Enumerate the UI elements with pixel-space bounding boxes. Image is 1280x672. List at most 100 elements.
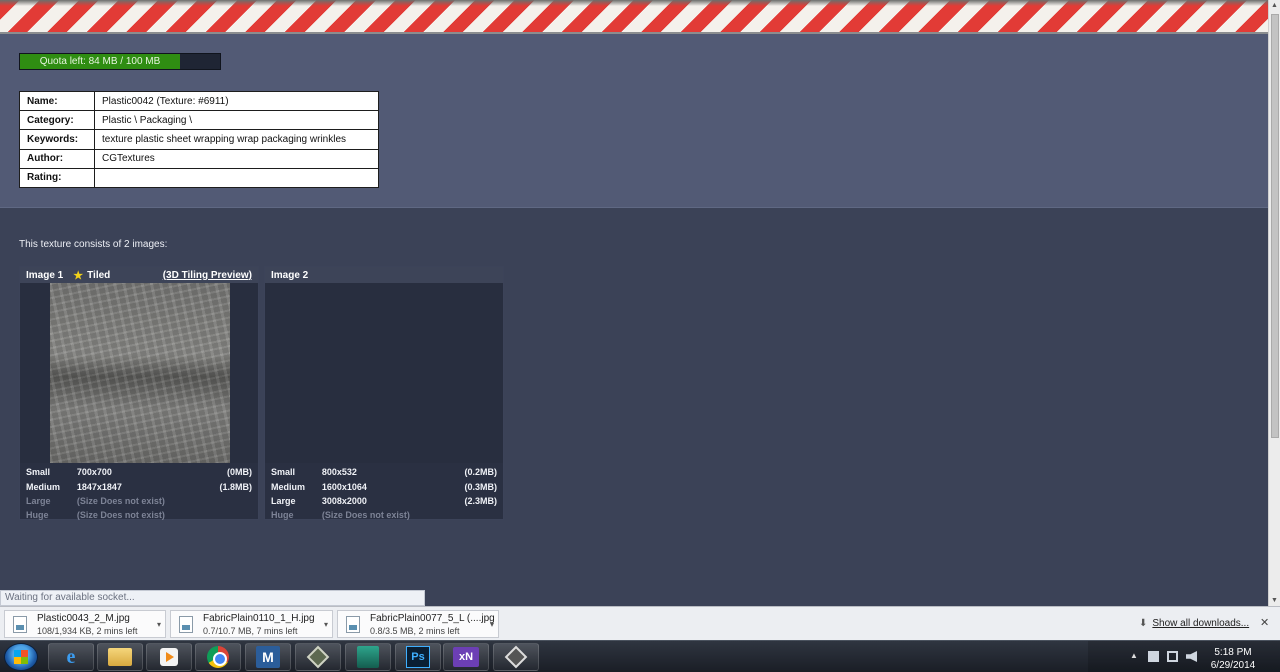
size-dims: 1600x1064 xyxy=(321,481,367,492)
size-name: Huge xyxy=(26,510,49,521)
thumbnail-area xyxy=(20,283,258,463)
size-name: Large xyxy=(26,495,51,506)
size-name: Large xyxy=(271,495,296,506)
header-stripe-banner xyxy=(0,0,1268,34)
star-icon: ★ xyxy=(73,269,84,282)
download-menu-arrow-icon[interactable]: ▾ xyxy=(490,620,494,629)
size-row-small[interactable]: Small 700x700 (0MB) xyxy=(20,465,258,479)
green-app-icon[interactable] xyxy=(345,643,391,671)
action-center-flag-icon[interactable] xyxy=(1148,651,1159,662)
info-value: Plastic \ Packaging \ xyxy=(94,110,379,131)
texture-info-table: Name: Plastic0042 (Texture: #6911) Categ… xyxy=(19,90,379,188)
size-row-large: Large (Size Does not exist) xyxy=(20,494,258,508)
size-table: Small 800x532 (0.2MB) Medium 1600x1064 (… xyxy=(265,465,503,523)
image-count-text: This texture consists of 2 images: xyxy=(19,239,168,250)
show-all-label: Show all downloads... xyxy=(1152,618,1250,629)
size-table: Small 700x700 (0MB) Medium 1847x1847 (1.… xyxy=(20,465,258,523)
texture-info-panel: Quota left: 84 MB / 100 MB Name: Plastic… xyxy=(0,34,1268,208)
size-name: Small xyxy=(26,467,51,478)
xnview-icon[interactable]: xN xyxy=(443,643,489,671)
tool-app-icon[interactable] xyxy=(493,643,539,671)
size-mb: (0.3MB) xyxy=(464,481,497,492)
size-row-small[interactable]: Small 800x532 (0.2MB) xyxy=(265,465,503,479)
texture-thumbnail[interactable] xyxy=(50,283,230,463)
internet-explorer-icon[interactable]: e xyxy=(48,643,94,671)
chrome-icon[interactable] xyxy=(195,643,241,671)
image-title: Image 1 xyxy=(26,269,64,281)
download-arrow-icon: ⬇ xyxy=(1139,618,1148,629)
download-shelf: Plastic0043_2_M.jpg 108/1,934 KB, 2 mins… xyxy=(0,606,1280,640)
size-mb xyxy=(454,508,503,522)
size-name: Medium xyxy=(26,481,61,492)
scroll-down-arrow-icon[interactable]: ▼ xyxy=(1271,597,1278,604)
size-row-huge: Huge (Size Does not exist) xyxy=(265,508,503,522)
info-key: Category: xyxy=(19,110,95,131)
download-item[interactable]: FabricPlain0077_5_L (....jpg 0.8/3.5 MB,… xyxy=(337,610,499,638)
m-app-icon[interactable]: M xyxy=(245,643,291,671)
photoshop-icon[interactable]: Ps xyxy=(395,643,441,671)
tiled-label: Tiled xyxy=(87,269,111,281)
size-dims: (Size Does not exist) xyxy=(76,495,165,506)
taskbar-clock[interactable]: 5:18 PM 6/29/2014 xyxy=(1208,646,1258,672)
size-name: Huge xyxy=(271,510,294,521)
info-row-author: Author: CGTextures xyxy=(19,148,379,169)
clock-date: 6/29/2014 xyxy=(1210,660,1256,671)
size-dims: 1847x1847 xyxy=(76,481,122,492)
size-dims: (Size Does not exist) xyxy=(321,510,410,521)
download-menu-arrow-icon[interactable]: ▾ xyxy=(324,620,328,629)
size-row-medium[interactable]: Medium 1600x1064 (0.3MB) xyxy=(265,479,503,493)
info-key: Author: xyxy=(19,148,95,169)
tray-expand-icon[interactable]: ▲ xyxy=(1130,651,1138,660)
size-dims: 800x532 xyxy=(321,467,357,478)
size-row-medium[interactable]: Medium 1847x1847 (1.8MB) xyxy=(20,479,258,493)
image-card-header: Image 1 ★ Tiled (3D Tiling Preview) xyxy=(20,267,258,283)
media-player-icon[interactable] xyxy=(146,643,192,671)
download-status: 0.7/10.7 MB, 7 mins left xyxy=(203,626,298,636)
size-name: Medium xyxy=(271,481,306,492)
network-icon[interactable] xyxy=(1167,651,1178,662)
download-item[interactable]: Plastic0043_2_M.jpg 108/1,934 KB, 2 mins… xyxy=(4,610,166,638)
info-row-keywords: Keywords: texture plastic sheet wrapping… xyxy=(19,129,379,150)
info-key: Name: xyxy=(19,90,95,112)
image-card-2: Image 2 Small 800x532 (0.2MB) Medium 160… xyxy=(264,266,504,520)
size-mb: (2.3MB) xyxy=(464,495,497,506)
scroll-up-arrow-icon[interactable]: ▲ xyxy=(1271,2,1278,9)
download-filename: FabricPlain0110_1_H.jpg xyxy=(203,613,315,624)
close-icon[interactable]: ✕ xyxy=(1260,616,1269,629)
size-dims: 3008x2000 xyxy=(321,495,367,506)
rating-value[interactable] xyxy=(94,167,379,188)
size-mb: (0.2MB) xyxy=(464,467,497,478)
info-value: Plastic0042 (Texture: #6911) xyxy=(94,90,379,112)
image-file-icon xyxy=(346,616,360,633)
windows-taskbar: e M Ps xN ▲ 5:18 PM 6/29/2014 xyxy=(0,640,1280,672)
download-menu-arrow-icon[interactable]: ▾ xyxy=(157,620,161,629)
size-row-large[interactable]: Large 3008x2000 (2.3MB) xyxy=(265,494,503,508)
info-key: Rating: xyxy=(19,167,95,188)
show-all-downloads-link[interactable]: ⬇ Show all downloads... xyxy=(1139,618,1249,629)
status-bubble: Waiting for available socket... xyxy=(0,590,425,606)
folder-icon[interactable] xyxy=(97,643,143,671)
clock-time: 5:18 PM xyxy=(1214,647,1252,658)
thumbnail-area[interactable] xyxy=(265,283,503,463)
quota-label: Quota left: 84 MB / 100 MB xyxy=(39,56,161,67)
vertical-scrollbar[interactable]: ▲ ▼ xyxy=(1268,0,1280,606)
size-mb xyxy=(209,494,258,508)
tiling-preview-link[interactable]: (3D Tiling Preview) xyxy=(163,270,252,281)
size-row-huge: Huge (Size Does not exist) xyxy=(20,508,258,522)
info-row-name: Name: Plastic0042 (Texture: #6911) xyxy=(19,90,379,112)
download-filename: Plastic0043_2_M.jpg xyxy=(37,613,130,624)
image-card-header: Image 2 xyxy=(265,267,503,283)
image-card-1: Image 1 ★ Tiled (3D Tiling Preview) Smal… xyxy=(19,266,259,520)
diamond-app-icon[interactable] xyxy=(295,643,341,671)
image-title: Image 2 xyxy=(271,269,309,281)
download-status: 108/1,934 KB, 2 mins left xyxy=(37,626,138,636)
download-status: 0.8/3.5 MB, 2 mins left xyxy=(370,626,460,636)
size-mb: (1.8MB) xyxy=(219,481,252,492)
size-dims: (Size Does not exist) xyxy=(76,510,165,521)
scroll-thumb[interactable] xyxy=(1271,14,1279,438)
download-filename: FabricPlain0077_5_L (....jpg xyxy=(370,613,495,624)
info-value: CGTextures xyxy=(94,148,379,169)
download-item[interactable]: FabricPlain0110_1_H.jpg 0.7/10.7 MB, 7 m… xyxy=(170,610,333,638)
size-mb xyxy=(209,508,258,522)
start-orb-icon[interactable] xyxy=(4,643,38,671)
